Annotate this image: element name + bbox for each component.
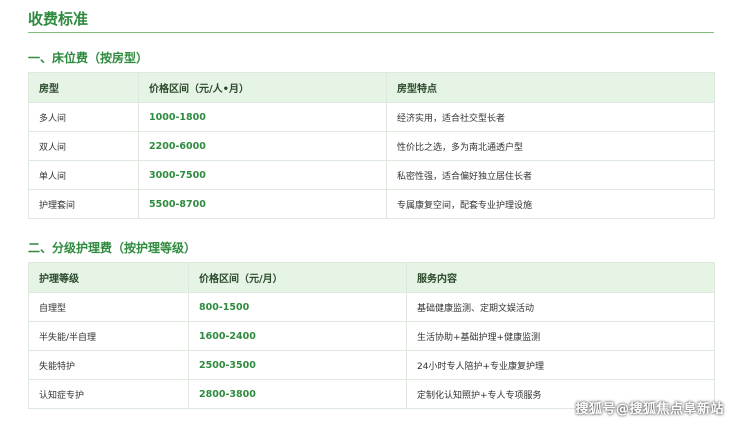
- watermark: 搜狐号@搜狐焦点阜新站: [575, 402, 724, 417]
- price-cell: 3000-7500: [138, 160, 387, 190]
- price-cell: 2500-3500: [188, 350, 407, 380]
- bed-fee-table: 房型 价格区间（元/人•月） 房型特点 多人间 1000-1800 经济实用，适…: [28, 72, 715, 219]
- price-cell: 800-1500: [188, 292, 407, 322]
- room-type-cell: 护理套间: [28, 189, 139, 219]
- room-type-cell: 多人间: [28, 102, 139, 132]
- table-row: 自理型 800-1500 基础健康监测、定期文娱活动: [28, 292, 715, 322]
- care-level-cell: 认知症专护: [28, 379, 189, 409]
- column-header-care-level: 护理等级: [28, 262, 189, 293]
- feature-cell: 专属康复空间，配套专业护理设施: [386, 189, 715, 219]
- column-header-room-type: 房型: [28, 72, 139, 103]
- column-header-price-range: 价格区间（元/月）: [188, 262, 407, 293]
- section-title-bed-fee: 一、床位费（按房型）: [28, 51, 149, 65]
- service-cell: 24小时专人陪护+专业康复护理: [406, 350, 715, 380]
- table-row: 半失能/半自理 1600-2400 生活协助+基础护理+健康监测: [28, 321, 715, 351]
- column-header-services: 服务内容: [406, 262, 715, 293]
- table-row: 护理套间 5500-8700 专属康复空间，配套专业护理设施: [28, 189, 715, 219]
- page-title: 收费标准: [28, 10, 89, 28]
- price-cell: 1000-1800: [138, 102, 387, 132]
- room-type-cell: 单人间: [28, 160, 139, 190]
- table-row: 双人间 2200-6000 性价比之选，多为南北通透户型: [28, 131, 715, 161]
- column-header-price-range: 价格区间（元/人•月）: [138, 72, 387, 103]
- table-row: 单人间 3000-7500 私密性强，适合偏好独立居住长者: [28, 160, 715, 190]
- title-divider: [28, 32, 714, 33]
- table-row: 失能特护 2500-3500 24小时专人陪护+专业康复护理: [28, 350, 715, 380]
- price-cell: 5500-8700: [138, 189, 387, 219]
- service-cell: 生活协助+基础护理+健康监测: [406, 321, 715, 351]
- price-cell: 1600-2400: [188, 321, 407, 351]
- feature-cell: 性价比之选，多为南北通透户型: [386, 131, 715, 161]
- table-header-row: 房型 价格区间（元/人•月） 房型特点: [28, 72, 715, 103]
- care-level-cell: 自理型: [28, 292, 189, 322]
- table-row: 多人间 1000-1800 经济实用，适合社交型长者: [28, 102, 715, 132]
- price-cell: 2200-6000: [138, 131, 387, 161]
- column-header-room-features: 房型特点: [386, 72, 715, 103]
- table-header-row: 护理等级 价格区间（元/月） 服务内容: [28, 262, 715, 293]
- room-type-cell: 双人间: [28, 131, 139, 161]
- feature-cell: 私密性强，适合偏好独立居住长者: [386, 160, 715, 190]
- care-level-cell: 半失能/半自理: [28, 321, 189, 351]
- care-level-cell: 失能特护: [28, 350, 189, 380]
- price-cell: 2800-3800: [188, 379, 407, 409]
- feature-cell: 经济实用，适合社交型长者: [386, 102, 715, 132]
- service-cell: 基础健康监测、定期文娱活动: [406, 292, 715, 322]
- section-title-care-fee: 二、分级护理费（按护理等级）: [28, 241, 197, 255]
- care-fee-table: 护理等级 价格区间（元/月） 服务内容 自理型 800-1500 基础健康监测、…: [28, 262, 715, 409]
